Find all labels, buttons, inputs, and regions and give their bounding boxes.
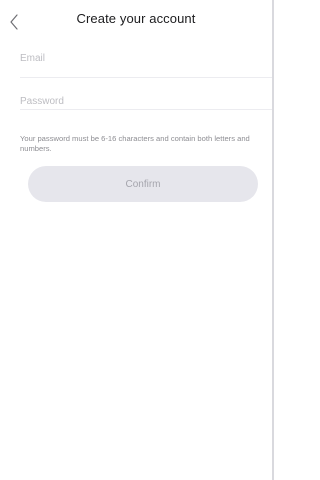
password-field-row bbox=[20, 80, 272, 110]
email-field-row bbox=[20, 40, 272, 78]
password-field[interactable] bbox=[20, 86, 272, 109]
password-hint: Your password must be 6-16 characters an… bbox=[20, 134, 250, 152]
create-account-screen: Create your account Your password must b… bbox=[0, 0, 274, 480]
page-title: Create your account bbox=[76, 11, 196, 26]
header: Create your account bbox=[0, 0, 272, 42]
email-field[interactable] bbox=[20, 40, 272, 77]
confirm-button[interactable]: Confirm bbox=[28, 166, 258, 202]
